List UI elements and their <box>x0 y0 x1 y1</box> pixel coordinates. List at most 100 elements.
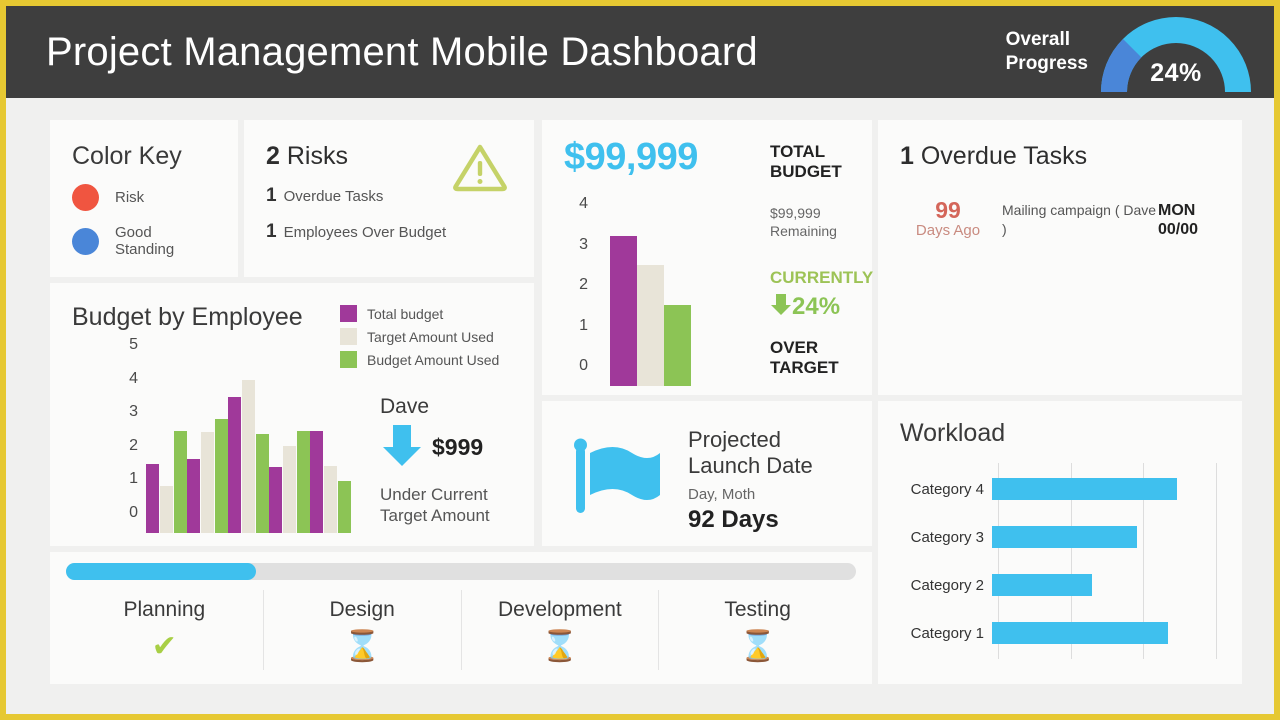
workload-category-label: Category 1 <box>910 624 984 642</box>
budget-chart-bar <box>174 430 187 533</box>
budget-chart-bar <box>338 480 351 533</box>
phase-progress-fill <box>66 563 256 580</box>
color-key-title: Color Key <box>72 142 182 170</box>
total-budget-y-tick: 2 <box>579 276 588 293</box>
workload-title: Workload <box>900 419 1006 447</box>
risks-panel: 2 Risks 1 Overdue Tasks 1 Employees Over B… <box>244 120 534 277</box>
overdue-days-group: 99 Days Ago <box>900 198 996 239</box>
total-budget-chart: 0 1 2 3 4 <box>564 195 744 386</box>
color-key-panel: Color Key Risk Good Standing <box>50 120 238 277</box>
budget-chart-bar <box>283 445 296 533</box>
budget-chart-bar <box>187 459 200 533</box>
overdue-tasks-title-label: Overdue Tasks <box>920 142 1088 170</box>
color-key-item-good-standing: Good Standing <box>72 224 238 259</box>
budget-chart-bar-group <box>146 365 187 533</box>
budget-callout: Dave $999 Under Current Target Amount <box>380 395 530 527</box>
total-budget-remaining: $99,999 Remaining <box>770 205 837 240</box>
total-budget-percent: 24% <box>792 292 841 320</box>
overall-progress-label: Overall Progress <box>1005 29 1088 74</box>
risk-item-employees-over-budget: 1 Employees Over Budget <box>266 221 534 243</box>
total-budget-label: TOTAL BUDGET <box>770 142 842 182</box>
budget-chart-bar-group <box>269 365 310 533</box>
header-progress-group: Overall Progress 24% <box>1006 6 1256 98</box>
legend-item: Total budget <box>340 305 499 322</box>
check-icon: ✔ <box>151 630 177 663</box>
page-title: Project Management Mobile Dashboard <box>46 29 758 74</box>
budget-chart-bar <box>160 485 173 533</box>
budget-chart-bar <box>324 465 337 533</box>
risk-item-label: Overdue Tasks <box>283 188 384 205</box>
overdue-task-name: Mailing campaign ( Dave ) <box>1002 202 1157 237</box>
overdue-tasks-count: 1 <box>900 142 914 170</box>
total-budget-panel: $99,999 TOTAL BUDGET $99,999 Remaining C… <box>542 120 874 395</box>
phase-columns: Planning ✔ Design ⌛ Development ⌛ Testing ⌛ <box>66 590 856 670</box>
risk-item-count: 1 <box>266 185 277 206</box>
workload-bars: Category 4 Category 3 Category 2 Category 1 <box>900 463 1216 659</box>
workload-row: Category 2 <box>900 563 1216 607</box>
workload-gridline <box>1216 463 1217 659</box>
total-budget-over-target: OVER TARGET <box>770 338 839 378</box>
workload-bar-track <box>992 467 1216 511</box>
legend-label: Total budget <box>367 305 444 322</box>
legend-item: Target Amount Used <box>340 328 499 345</box>
budget-chart-bar <box>242 380 255 533</box>
phase-name: Design <box>329 598 395 621</box>
header-bar: Project Management Mobile Dashboard Over… <box>6 6 1274 98</box>
callout-employee-name: Dave <box>380 395 430 418</box>
risk-circle-icon <box>72 184 99 211</box>
budget-chart-bar <box>310 430 323 533</box>
budget-chart-bar <box>297 430 310 533</box>
budget-by-employee-panel: Budget by Employee Total budget Target A… <box>50 283 534 546</box>
overdue-days-number: 99 <box>935 197 961 223</box>
projected-launch-subtitle: Day, Moth <box>688 486 756 503</box>
workload-bar <box>992 478 1177 500</box>
total-budget-bar <box>637 264 664 386</box>
budget-chart-y-tick: 1 <box>129 470 138 488</box>
budget-chart-y-tick: 4 <box>129 369 138 387</box>
workload-bar-track <box>992 611 1216 655</box>
callout-amount-row: $999 <box>380 421 530 474</box>
workload-category-label: Category 4 <box>910 480 984 498</box>
total-budget-bar <box>664 305 691 386</box>
total-budget-bars <box>610 224 691 386</box>
workload-row: Category 3 <box>900 515 1216 559</box>
total-budget-bar <box>610 236 637 386</box>
workload-bar <box>992 574 1092 596</box>
project-phases-panel: Planning ✔ Design ⌛ Development ⌛ Testing ⌛ <box>50 552 872 684</box>
phase-column-design[interactable]: Design ⌛ <box>264 590 462 670</box>
phase-name: Planning <box>123 598 206 621</box>
budget-chart-y-tick: 2 <box>129 436 138 454</box>
risks-count: 2 <box>266 142 280 170</box>
phase-column-planning[interactable]: Planning ✔ <box>66 590 264 670</box>
legend-item: Budget Amount Used <box>340 351 499 368</box>
workload-bar <box>992 526 1138 548</box>
overdue-task-row: 99 Days Ago Mailing campaign ( Dave ) MO… <box>900 198 1224 239</box>
total-budget-amount: $99,999 <box>564 136 698 178</box>
overdue-days-label: Days Ago <box>915 222 981 240</box>
phase-column-development[interactable]: Development ⌛ <box>462 590 660 670</box>
good-standing-circle-icon <box>72 227 99 255</box>
legend-label: Target Amount Used <box>367 328 494 345</box>
phase-name: Testing <box>724 598 791 621</box>
color-key-label: Risk <box>115 188 145 206</box>
phase-progress-track[interactable] <box>66 563 856 580</box>
budget-chart-bar-group <box>310 365 351 533</box>
budget-chart-bar <box>256 433 269 533</box>
budget-chart-bar-group <box>187 365 228 533</box>
budget-chart-y-tick: 5 <box>129 336 138 353</box>
total-budget-currently-label: CURRENTLY <box>770 268 874 287</box>
budget-chart-title: Budget by Employee <box>72 303 303 331</box>
overdue-tasks-title: 1 Overdue Tasks <box>900 142 1087 171</box>
workload-row: Category 4 <box>900 467 1216 511</box>
workload-bar <box>992 622 1168 644</box>
phase-name: Development <box>498 598 622 621</box>
budget-chart-legend: Total budget Target Amount Used Budget A… <box>340 305 499 374</box>
total-budget-y-tick: 0 <box>579 357 588 374</box>
overdue-tasks-panel: 1 Overdue Tasks 99 Days Ago Mailing camp… <box>878 120 1242 395</box>
budget-chart-y-axis: 0 1 2 3 4 5 <box>110 336 138 533</box>
phase-column-testing[interactable]: Testing ⌛ <box>659 590 856 670</box>
total-budget-percent-row: 24% <box>770 292 840 321</box>
hourglass-icon: ⌛ <box>541 630 579 663</box>
risk-item-count: 1 <box>266 221 277 242</box>
projected-launch-title: Projected Launch Date <box>688 427 813 479</box>
